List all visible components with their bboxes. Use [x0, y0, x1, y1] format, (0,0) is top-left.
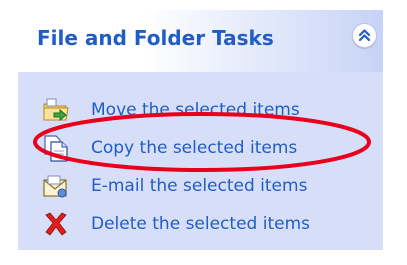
file-and-folder-tasks-panel: File and Folder Tasks Move the selected …	[18, 10, 383, 250]
task-delete-selected-items[interactable]: Delete the selected items	[42, 210, 372, 240]
task-label[interactable]: E-mail the selected items	[91, 176, 307, 196]
collapse-button[interactable]	[352, 23, 377, 48]
task-copy-selected-items[interactable]: Copy the selected items	[42, 134, 372, 164]
panel-header[interactable]: File and Folder Tasks	[18, 10, 383, 72]
task-list: Move the selected items Copy the selecte…	[18, 72, 383, 250]
chevron-up-double-icon	[358, 29, 371, 42]
task-label[interactable]: Delete the selected items	[91, 214, 310, 234]
panel-title: File and Folder Tasks	[37, 26, 274, 50]
task-label[interactable]: Copy the selected items	[91, 138, 297, 158]
copy-document-icon	[44, 135, 68, 162]
task-label[interactable]: Move the selected items	[91, 100, 300, 120]
task-move-selected-items[interactable]: Move the selected items	[42, 96, 372, 126]
email-envelope-icon	[43, 175, 67, 198]
task-email-selected-items[interactable]: E-mail the selected items	[42, 172, 372, 202]
delete-x-icon	[45, 212, 67, 236]
move-folder-icon	[43, 98, 69, 122]
